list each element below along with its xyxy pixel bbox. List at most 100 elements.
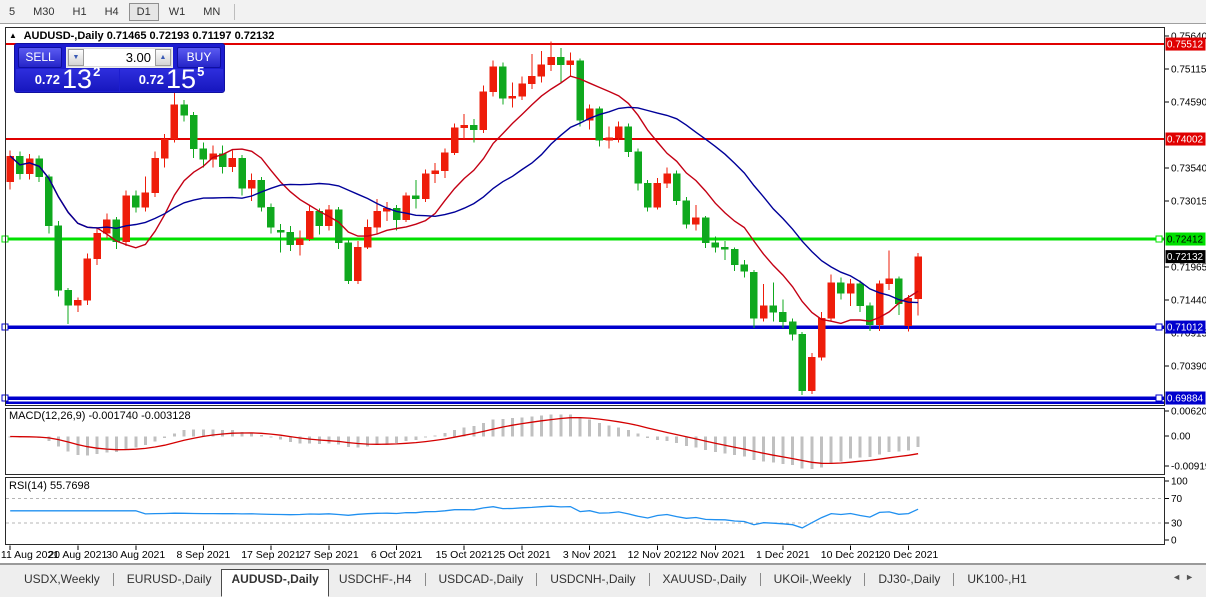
macd-histogram-bar — [742, 436, 746, 457]
date-axis-label: 20 Aug 2021 — [48, 549, 107, 561]
macd-axis-label: 0.006201 — [1171, 407, 1206, 418]
macd-histogram-bar — [646, 436, 650, 438]
candle-body — [798, 333, 806, 391]
candle-body — [605, 137, 613, 141]
date-axis-label: 27 Sep 2021 — [299, 549, 359, 561]
tab-usdchf-h4[interactable]: USDCHF-,H4 — [329, 569, 422, 597]
period-button-mn[interactable]: MN — [195, 3, 228, 21]
candle-body — [334, 209, 343, 244]
period-button-w1[interactable]: W1 — [161, 3, 194, 21]
candle-body — [479, 91, 488, 130]
date-axis-label: 25 Oct 2021 — [494, 549, 551, 561]
candle-body — [151, 157, 159, 193]
candle-body — [837, 282, 845, 294]
candle-body — [788, 321, 797, 335]
candle-body — [132, 195, 140, 208]
sell-price-prefix: 0.72 — [34, 72, 61, 87]
macd-histogram-bar — [868, 436, 872, 458]
tab-ukoil-weekly[interactable]: UKOil-,Weekly — [764, 569, 862, 597]
tab-usdcnh-daily[interactable]: USDCNH-,Daily — [540, 569, 645, 597]
line-handle[interactable] — [1155, 394, 1163, 402]
candle-body — [721, 247, 729, 250]
macd-histogram-bar — [337, 436, 341, 445]
period-button-5[interactable]: 5 — [1, 3, 23, 21]
macd-histogram-bar — [810, 436, 814, 470]
toolbar-separator — [234, 3, 236, 20]
tab-dj30-daily[interactable]: DJ30-,Daily — [868, 569, 950, 597]
macd-histogram-bar — [559, 414, 563, 437]
candle-body — [305, 211, 314, 239]
tab-uk100-h1[interactable]: UK100-,H1 — [957, 569, 1036, 597]
macd-histogram-bar — [259, 434, 263, 437]
price-axis-label: 0.74590 — [1171, 98, 1206, 109]
price-badge-label: 0.72412 — [1167, 235, 1204, 246]
candle-body — [518, 83, 526, 97]
period-button-h4[interactable]: H4 — [97, 3, 127, 21]
macd-histogram-bar — [771, 436, 775, 463]
buy-price-pips: 15 — [166, 64, 197, 94]
tab-audusd-daily[interactable]: AUDUSD-,Daily — [221, 569, 329, 597]
macd-histogram-bar — [636, 433, 640, 437]
buy-price-display[interactable]: 0.72 15 5 — [120, 64, 223, 94]
date-axis-label: 22 Nov 2021 — [686, 549, 746, 561]
candle-body — [64, 289, 72, 306]
candle-body — [759, 305, 768, 319]
tab-separator — [112, 573, 114, 586]
macd-histogram-bar — [849, 436, 853, 459]
macd-histogram-bar — [182, 430, 186, 437]
rsi-axis-label: 100 — [1171, 477, 1188, 488]
macd-histogram-bar — [308, 436, 312, 444]
macd-histogram-bar — [366, 436, 370, 447]
candle-body — [692, 217, 700, 225]
one-click-trade-panel: SELL ▼ ▲ BUY 0.72 13 2 0.72 15 5 — [14, 43, 225, 93]
candle-body — [740, 264, 749, 272]
tab-xauusd-daily[interactable]: XAUUSD-,Daily — [653, 569, 757, 597]
tab-scroll-left-icon[interactable]: ◄ — [1172, 572, 1185, 582]
candle-body — [663, 173, 671, 184]
price-badge-label: 0.72132 — [1167, 252, 1204, 263]
chart-symbol-label: AUDUSD-,Daily — [23, 30, 104, 42]
candle-body — [238, 157, 246, 189]
sell-price-display[interactable]: 0.72 13 2 — [16, 64, 119, 94]
price-axis-label: 0.73540 — [1171, 164, 1206, 175]
candle-body — [827, 282, 835, 319]
candle-body — [730, 248, 739, 266]
macd-histogram-bar — [76, 436, 80, 455]
macd-histogram-bar — [481, 423, 485, 437]
tab-separator — [536, 573, 538, 586]
tab-eurusd-daily[interactable]: EURUSD-,Daily — [117, 569, 222, 597]
candle-body — [566, 60, 575, 66]
macd-histogram-bar — [279, 436, 283, 440]
macd-histogram-bar — [916, 436, 920, 448]
date-axis-label: 8 Sep 2021 — [177, 549, 231, 561]
macd-axis-label: -0.00919 — [1171, 462, 1206, 473]
macd-histogram-bar — [134, 436, 138, 448]
tab-scroll-right-icon[interactable]: ► — [1185, 572, 1198, 582]
period-button-m30[interactable]: M30 — [25, 3, 62, 21]
macd-histogram-bar — [675, 436, 679, 444]
sell-button[interactable]: SELL — [18, 47, 62, 68]
line-handle[interactable] — [1155, 235, 1163, 243]
candle-body — [112, 219, 121, 242]
candle-body — [508, 96, 517, 99]
candle-body — [354, 247, 362, 281]
candle-body — [528, 76, 536, 85]
collapse-chart-icon[interactable]: ▲ — [9, 31, 17, 40]
macd-histogram-bar — [665, 436, 669, 441]
period-button-d1[interactable]: D1 — [128, 2, 159, 21]
tab-usdcad-daily[interactable]: USDCAD-,Daily — [429, 569, 534, 597]
rsi-axis-label: 70 — [1171, 494, 1183, 505]
candle-body — [460, 125, 468, 129]
line-handle[interactable] — [1155, 323, 1163, 331]
macd-histogram-bar — [453, 430, 457, 437]
price-badge-label: 0.69884 — [1167, 394, 1204, 405]
sell-price-pips: 13 — [62, 64, 93, 94]
candle-body — [74, 299, 82, 306]
period-button-h1[interactable]: H1 — [65, 3, 95, 21]
candle-body — [286, 231, 295, 246]
candle-body — [450, 127, 459, 154]
date-axis-label: 15 Oct 2021 — [436, 549, 493, 561]
candle-body — [296, 238, 304, 246]
period-toolbar: 5 M30 H1 H4 D1 W1 MN — [0, 0, 1206, 24]
tab-usdx-weekly[interactable]: USDX,Weekly — [14, 569, 110, 597]
